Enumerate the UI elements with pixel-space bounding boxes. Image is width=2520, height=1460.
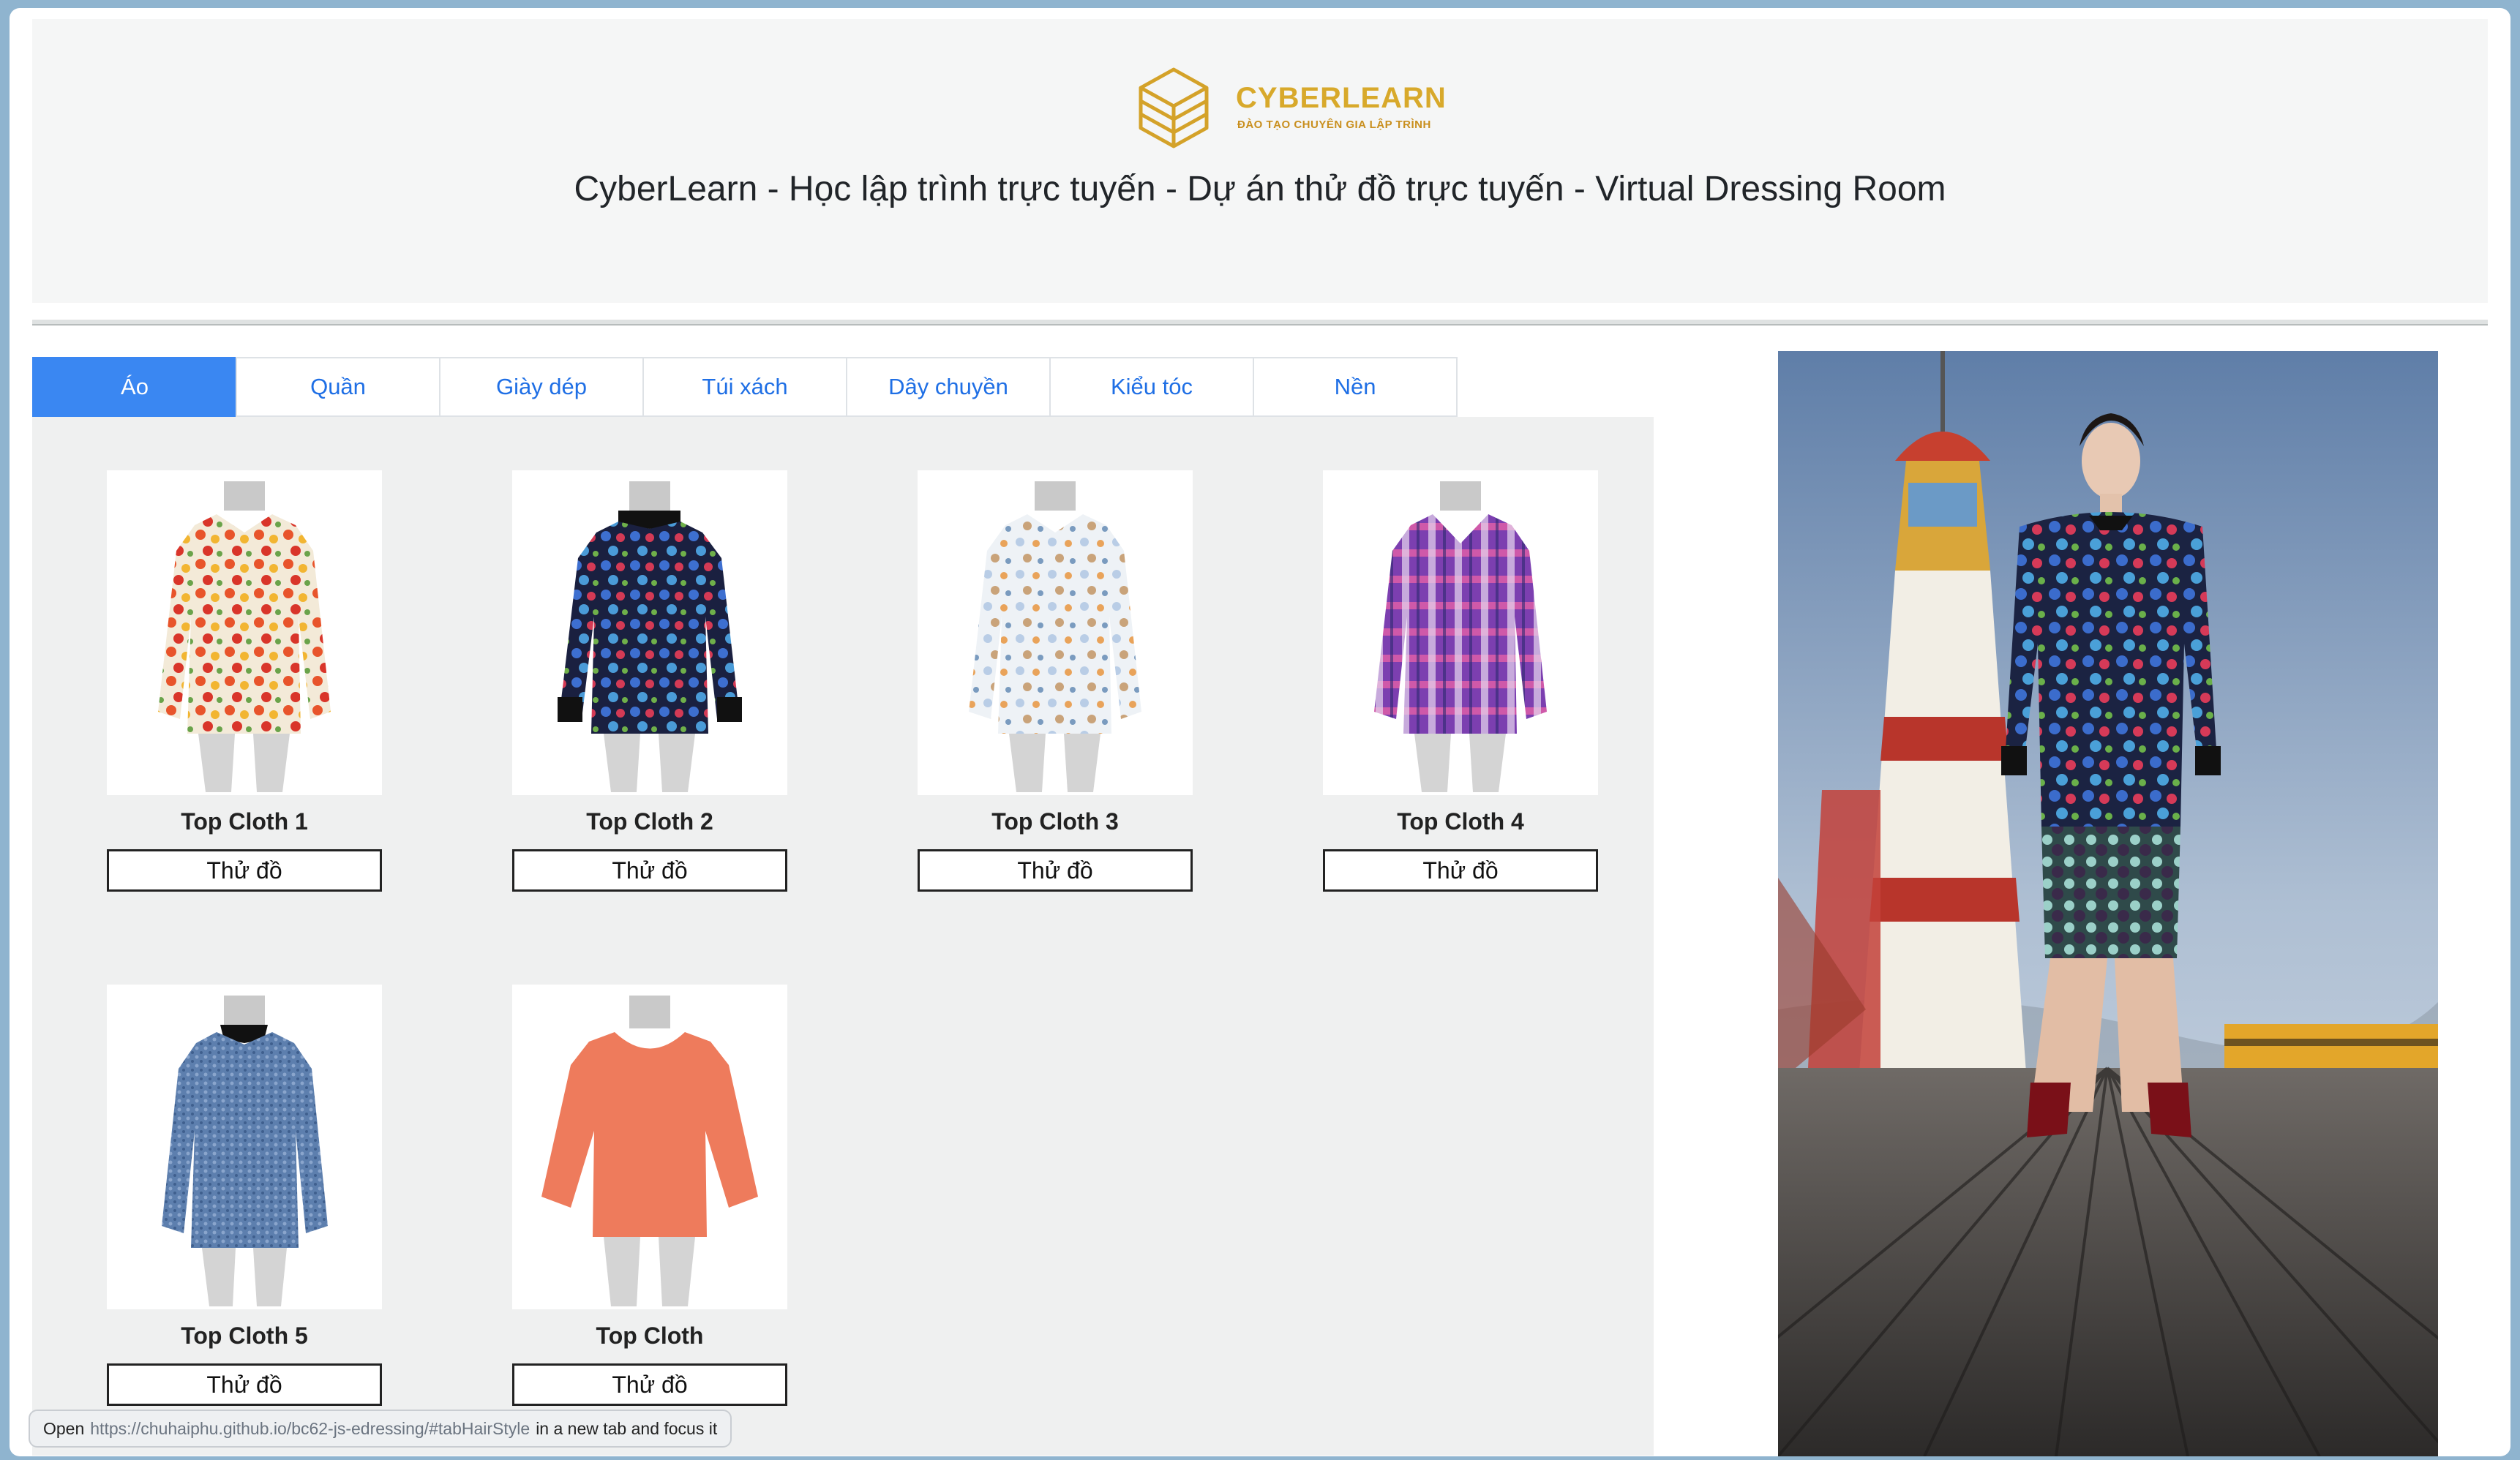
try-on-button[interactable]: Thử đồ: [1323, 849, 1598, 892]
product-image: [107, 985, 382, 1309]
product-card: Top Cloth 2 Thử đồ: [512, 470, 787, 892]
model-preview: [1778, 351, 2438, 1456]
product-card: Top Cloth Thử đồ: [512, 985, 787, 1406]
try-on-button[interactable]: Thử đồ: [918, 849, 1193, 892]
product-card: Top Cloth 4 Thử đồ: [1323, 470, 1598, 892]
divider: [32, 320, 2488, 326]
status-suffix: in a new tab and focus it: [536, 1418, 718, 1438]
tab-tui-xach[interactable]: Túi xách: [642, 357, 847, 417]
cyberlearn-logo[interactable]: CYBERLEARN ĐÀO TẠO CHUYÊN GIA LẬP TRÌNH: [1126, 59, 1446, 154]
product-image: [512, 470, 787, 795]
product-image: [107, 470, 382, 795]
tab-nen[interactable]: Nền: [1253, 357, 1458, 417]
page-header: CYBERLEARN ĐÀO TẠO CHUYÊN GIA LẬP TRÌNH …: [32, 19, 2488, 303]
tab-kieu-toc[interactable]: Kiểu tóc: [1049, 357, 1254, 417]
try-on-button[interactable]: Thử đồ: [107, 1363, 382, 1406]
product-card: Top Cloth 1 Thử đồ: [107, 470, 382, 892]
product-card: Top Cloth 5 Thử đồ: [107, 985, 382, 1406]
tab-giay-dep[interactable]: Giày dép: [439, 357, 644, 417]
link-status-bar: Open https://chuhaiphu.github.io/bc62-js…: [29, 1410, 732, 1448]
status-url: https://chuhaiphu.github.io/bc62-js-edre…: [90, 1418, 530, 1438]
try-on-button[interactable]: Thử đồ: [107, 849, 382, 892]
logo-name: CYBERLEARN: [1236, 82, 1447, 114]
logo-tagline: ĐÀO TẠO CHUYÊN GIA LẬP TRÌNH: [1237, 118, 1431, 131]
product-name: Top Cloth 4: [1397, 808, 1524, 835]
status-prefix: Open: [43, 1418, 85, 1438]
product-image: [512, 985, 787, 1309]
tab-content-panel: Top Cloth 1 Thử đồ Top Cloth 2 Thử đồ To…: [32, 417, 1654, 1456]
page-title: CyberLearn - Học lập trình trực tuyến - …: [574, 170, 1946, 208]
product-card: Top Cloth 3 Thử đồ: [918, 470, 1193, 892]
tab-ao[interactable]: Áo: [32, 357, 237, 417]
tab-quan[interactable]: Quần: [236, 357, 440, 417]
category-tabs: Áo Quần Giày dép Túi xách Dây chuyền Kiể…: [32, 357, 1458, 417]
product-image: [1323, 470, 1598, 795]
product-name: Top Cloth 3: [991, 808, 1119, 835]
tab-day-chuyen[interactable]: Dây chuyền: [846, 357, 1051, 417]
product-name: Top Cloth 5: [181, 1322, 308, 1349]
product-image: [918, 470, 1193, 795]
product-name: Top Cloth 1: [181, 808, 308, 835]
app-window: CYBERLEARN ĐÀO TẠO CHUYÊN GIA LẬP TRÌNH …: [10, 8, 2510, 1456]
product-name: Top Cloth 2: [586, 808, 713, 835]
logo-box-icon: [1139, 67, 1209, 148]
try-on-button[interactable]: Thử đồ: [512, 849, 787, 892]
try-on-button[interactable]: Thử đồ: [512, 1363, 787, 1406]
product-name: Top Cloth: [596, 1322, 704, 1349]
